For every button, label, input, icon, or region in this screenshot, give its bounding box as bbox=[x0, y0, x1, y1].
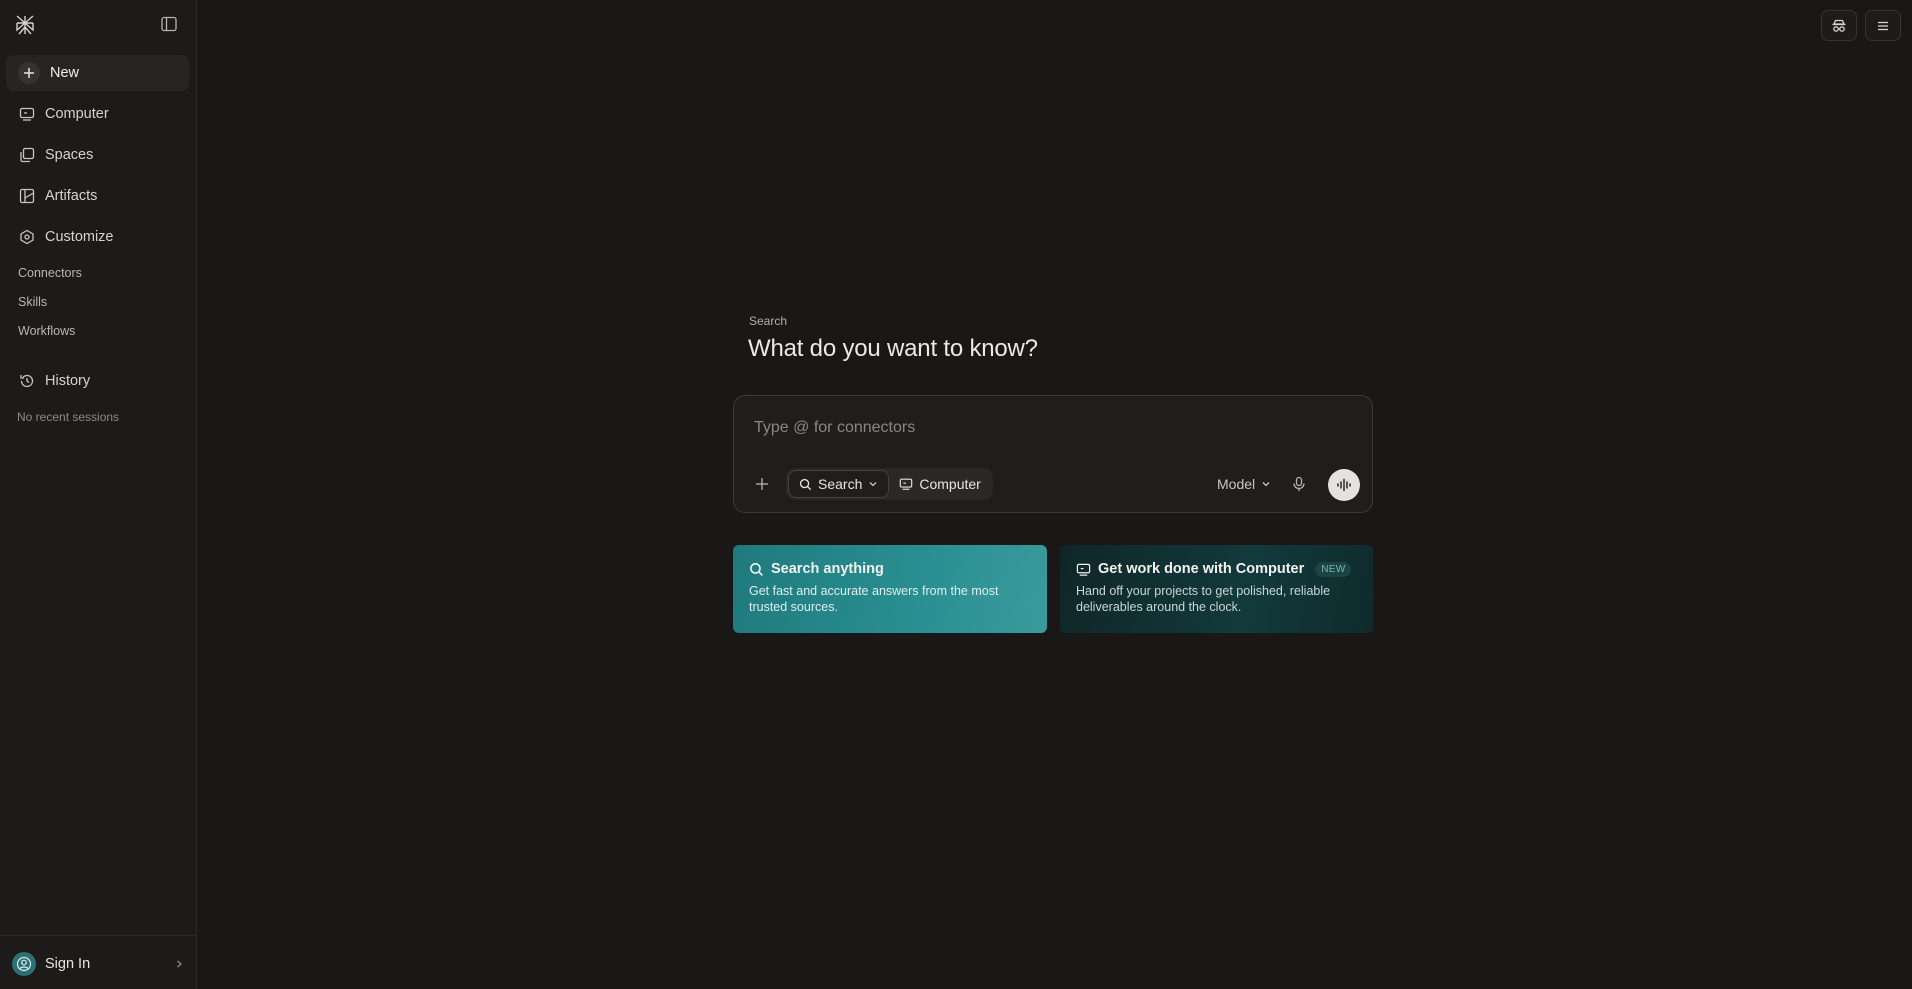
card-title-text: Search anything bbox=[771, 561, 884, 577]
hero-label: Search bbox=[749, 314, 788, 328]
computer-icon bbox=[18, 106, 35, 123]
search-anything-card[interactable]: Search anything Get fast and accurate an… bbox=[733, 545, 1047, 633]
search-icon bbox=[799, 478, 812, 490]
query-input[interactable] bbox=[754, 416, 1344, 440]
customize-icon bbox=[18, 229, 35, 246]
sidebar-item-label: Spaces bbox=[45, 147, 94, 163]
sign-in-button[interactable]: Sign In bbox=[12, 950, 184, 978]
page-title: What do you want to know? bbox=[748, 335, 1038, 362]
sidebar-item-customize[interactable]: Customize bbox=[6, 219, 189, 255]
mode-selector: Search Computer bbox=[786, 468, 993, 500]
new-badge: NEW bbox=[1315, 561, 1352, 577]
sidebar-footer: Sign In bbox=[0, 935, 196, 989]
plus-icon bbox=[756, 478, 768, 490]
sidebar-item-label: History bbox=[45, 373, 91, 389]
sidebar-item-skills[interactable]: Skills bbox=[18, 295, 47, 309]
soundwave-icon bbox=[1337, 478, 1351, 492]
attach-button[interactable] bbox=[752, 474, 772, 494]
user-avatar-icon bbox=[12, 952, 36, 976]
model-selector[interactable]: Model bbox=[1217, 472, 1271, 496]
computer-icon bbox=[900, 478, 913, 490]
history-icon bbox=[18, 373, 35, 390]
composer: Search Computer Model bbox=[733, 395, 1373, 513]
mode-search-button[interactable]: Search bbox=[788, 470, 890, 498]
sidebar-item-label: Artifacts bbox=[45, 188, 98, 204]
sidebar-item-label: Computer bbox=[45, 106, 109, 122]
incognito-icon bbox=[1832, 19, 1846, 32]
voice-mode-button[interactable] bbox=[1328, 469, 1360, 501]
sidebar-item-computer[interactable]: Computer bbox=[6, 96, 189, 132]
sidebar-item-label: New bbox=[50, 65, 80, 81]
mode-label: Search bbox=[818, 476, 863, 492]
menu-button[interactable] bbox=[1865, 10, 1901, 41]
sidebar: New Computer Spaces Artifacts Customize … bbox=[0, 0, 197, 989]
computer-card[interactable]: Get work done with Computer NEW Hand off… bbox=[1060, 545, 1373, 633]
sidebar-item-spaces[interactable]: Spaces bbox=[6, 137, 189, 173]
hamburger-menu-icon bbox=[1878, 21, 1888, 30]
card-title: Search anything bbox=[749, 561, 1031, 577]
sidebar-item-new[interactable]: New bbox=[6, 55, 189, 91]
mode-label: Computer bbox=[919, 476, 981, 492]
no-recent-sessions-text: No recent sessions bbox=[17, 410, 120, 424]
sidebar-header bbox=[0, 0, 196, 50]
plus-icon bbox=[18, 62, 40, 84]
card-description: Get fast and accurate answers from the m… bbox=[749, 584, 999, 614]
incognito-button[interactable] bbox=[1821, 10, 1857, 41]
model-label: Model bbox=[1217, 476, 1256, 492]
chevron-right-icon bbox=[177, 960, 182, 968]
sidebar-item-artifacts[interactable]: Artifacts bbox=[6, 178, 189, 214]
search-icon bbox=[750, 562, 763, 576]
sidebar-item-workflows[interactable]: Workflows bbox=[18, 324, 75, 338]
microphone-icon bbox=[1293, 476, 1305, 491]
sign-in-label: Sign In bbox=[45, 956, 91, 972]
card-title: Get work done with Computer NEW bbox=[1076, 561, 1357, 577]
card-title-text: Get work done with Computer bbox=[1098, 561, 1305, 577]
sidebar-item-label: Customize bbox=[45, 229, 114, 245]
artifacts-icon bbox=[18, 188, 35, 205]
card-description: Hand off your projects to get polished, … bbox=[1076, 584, 1331, 614]
chevron-down-icon bbox=[869, 482, 877, 487]
computer-icon bbox=[1076, 563, 1091, 576]
sidebar-item-connectors[interactable]: Connectors bbox=[18, 266, 82, 280]
spaces-icon bbox=[18, 147, 35, 164]
collapse-sidebar-icon[interactable] bbox=[160, 15, 178, 33]
dictation-button[interactable] bbox=[1289, 474, 1309, 494]
logo-icon[interactable] bbox=[13, 13, 37, 37]
sidebar-item-history[interactable]: History bbox=[6, 363, 189, 399]
chevron-down-icon bbox=[1262, 482, 1270, 487]
mode-computer-button[interactable]: Computer bbox=[889, 470, 990, 498]
